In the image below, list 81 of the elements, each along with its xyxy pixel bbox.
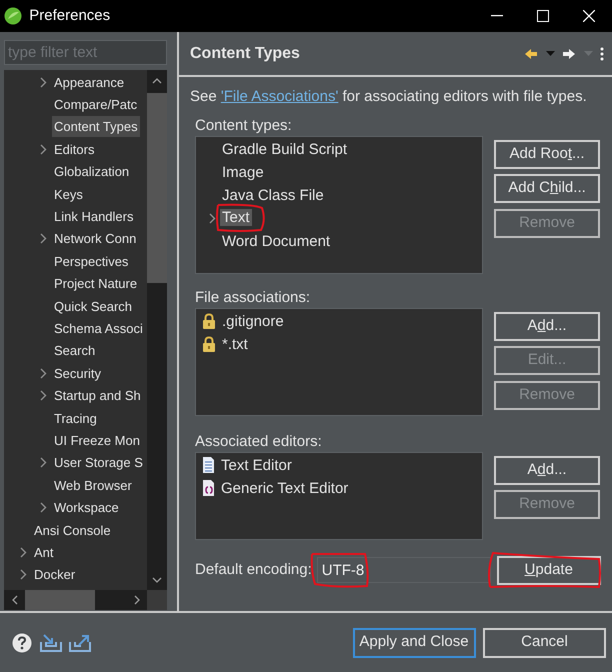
tree-item[interactable]: Network Conn	[52, 228, 138, 250]
tree-item[interactable]: Appearance	[52, 72, 126, 93]
encoding-field[interactable]: UTF-8	[316, 557, 491, 583]
list-item[interactable]: Generic Text Editor	[219, 478, 350, 498]
chevron-right-icon[interactable]	[40, 144, 46, 155]
tree-item[interactable]: Ant	[32, 542, 56, 563]
scroll-thumb[interactable]	[25, 590, 95, 610]
document-icon	[202, 457, 215, 473]
list-item[interactable]: Word Document	[220, 230, 332, 252]
list-item[interactable]: Gradle Build Script	[220, 138, 350, 160]
section-label: Content types:	[194, 116, 293, 136]
dialog-button[interactable]: Add...	[494, 456, 600, 484]
chevron-right-icon[interactable]	[20, 546, 26, 558]
tree-item[interactable]: Docker	[32, 564, 78, 586]
minimize-icon	[491, 15, 503, 17]
list-item[interactable]: Java Class File	[220, 184, 326, 206]
horizontal-scrollbar[interactable]	[4, 590, 147, 610]
tree-item[interactable]: Web Browser	[52, 474, 134, 496]
dialog-button[interactable]: Add Child...	[494, 174, 600, 203]
tree-item[interactable]: Project Nature	[52, 273, 140, 294]
back-arrow-icon[interactable]	[524, 48, 538, 60]
tree-item[interactable]: User Storage S	[52, 452, 145, 474]
chevron-right-icon[interactable]	[208, 212, 216, 224]
scrollbar-corner	[147, 590, 167, 610]
export-icon[interactable]	[69, 634, 91, 652]
tree-item[interactable]: Quick Search	[52, 296, 134, 317]
dialog-button[interactable]: Cancel	[483, 628, 606, 658]
import-icon[interactable]	[40, 634, 62, 652]
tree-item[interactable]: Search	[52, 340, 98, 362]
window-title: Preferences	[29, 6, 110, 26]
chevron-right-icon[interactable]	[40, 502, 46, 514]
tree-item[interactable]: Ansi Console	[32, 520, 113, 540]
tree-item[interactable]: Globalization	[52, 161, 132, 182]
chevron-right-icon[interactable]	[20, 569, 26, 580]
list-item[interactable]: Text	[220, 208, 252, 226]
tree-item[interactable]: Perspectives	[52, 250, 130, 272]
tree-item[interactable]: Startup and Sh	[52, 385, 143, 406]
list-item[interactable]: .gitignore	[220, 310, 286, 332]
scroll-thumb[interactable]	[147, 93, 167, 283]
chevron-right-icon[interactable]	[40, 457, 46, 468]
chevron-right-icon[interactable]	[40, 76, 46, 88]
forward-arrow-icon[interactable]	[562, 48, 576, 60]
tree-item[interactable]: Content Types	[52, 116, 140, 138]
tree-item[interactable]: Workspace	[52, 497, 121, 518]
section-label: File associations:	[194, 288, 312, 308]
scroll-right-icon	[134, 595, 140, 605]
close-icon	[583, 10, 595, 22]
dialog-button[interactable]: Apply and Close	[352, 628, 476, 658]
tree-item[interactable]: Keys	[52, 184, 85, 205]
scroll-down-icon	[152, 576, 162, 582]
help-icon[interactable]	[12, 632, 32, 652]
dialog-button[interactable]: Add Root...	[494, 140, 600, 168]
section-label: Associated editors:	[194, 432, 323, 452]
lock-icon	[202, 313, 216, 329]
list-item[interactable]: *.txt	[220, 334, 250, 354]
document-icon	[202, 480, 215, 496]
list-item[interactable]: Text Editor	[219, 454, 294, 476]
view-menu-icon[interactable]	[600, 46, 604, 60]
chevron-right-icon[interactable]	[40, 233, 46, 244]
tree-item[interactable]: Link Handlers	[52, 206, 136, 228]
tree-item[interactable]: Compare/Patc	[52, 94, 140, 116]
dropdown-icon[interactable]	[546, 51, 554, 56]
dialog-button[interactable]: Add...	[494, 312, 600, 340]
tree-item[interactable]: Tracing	[52, 408, 99, 429]
vertical-scrollbar[interactable]	[147, 70, 167, 590]
lock-icon	[202, 336, 216, 352]
chevron-right-icon[interactable]	[40, 390, 46, 402]
list-item[interactable]: Image	[220, 162, 266, 182]
tree-item[interactable]: Editors	[52, 138, 96, 160]
intro-text: See 'File Associations' for associating editors with file types.	[190, 87, 588, 107]
app-logo-icon	[4, 7, 22, 25]
update-button[interactable]: Update	[496, 556, 601, 584]
tree-item[interactable]: Schema Associ	[52, 318, 145, 339]
scroll-up-icon	[152, 78, 162, 84]
page-title: Content Types	[190, 44, 300, 64]
encoding-label: Default encoding:	[195, 560, 312, 580]
chevron-right-icon[interactable]	[40, 368, 46, 379]
tree-item[interactable]: Security	[52, 362, 103, 384]
maximize-icon	[537, 10, 549, 22]
scroll-left-icon	[12, 595, 18, 605]
tree-item[interactable]: UI Freeze Mon	[52, 430, 142, 451]
